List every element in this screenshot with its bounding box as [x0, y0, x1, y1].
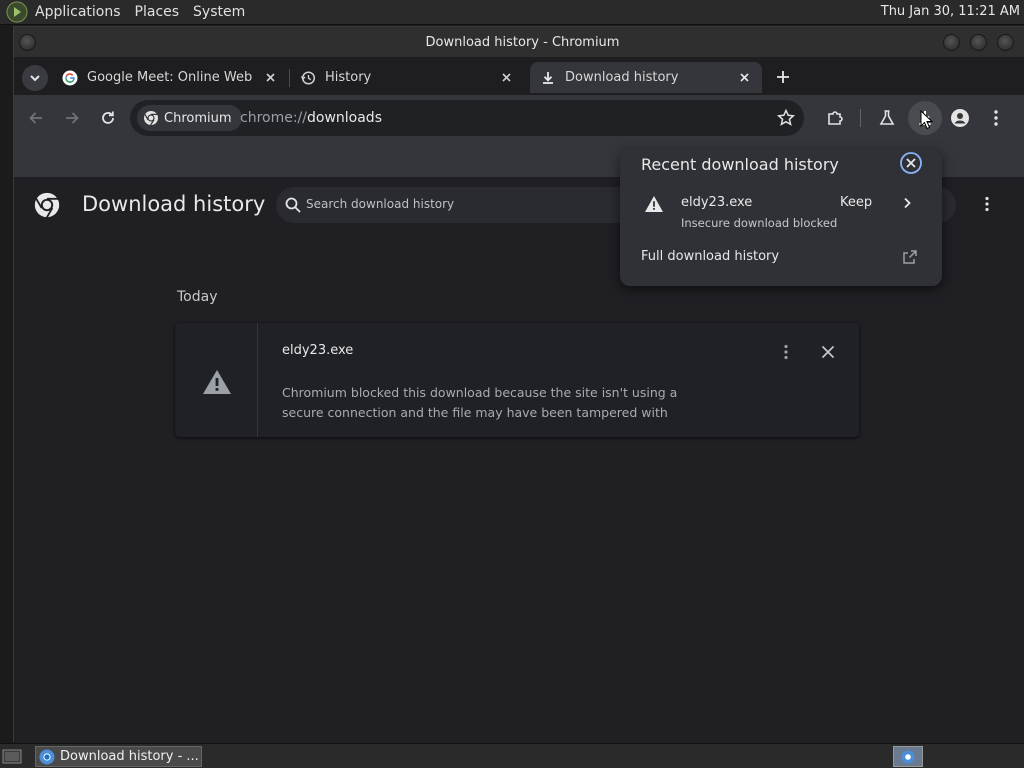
url-text[interactable]: chrome://downloads — [240, 110, 382, 126]
download-filename: eldy23.exe — [282, 343, 354, 358]
full-download-history-link[interactable]: Full download history — [641, 249, 779, 264]
close-circle-icon[interactable] — [899, 151, 923, 175]
top-panel: Applications Places System Thu Jan 30, 1… — [0, 0, 1024, 25]
taskbar-window-button[interactable]: Download history - ... — [35, 746, 202, 767]
close-tab-icon[interactable] — [263, 70, 278, 85]
download-description: Chromium blocked this download because t… — [282, 385, 678, 420]
tab-strip: Google Meet: Online Web and History Down… — [14, 57, 1024, 95]
workspace-switcher[interactable] — [893, 746, 923, 767]
minimize-button[interactable] — [943, 34, 960, 51]
site-info-chip[interactable]: Chromium — [137, 105, 242, 131]
chromium-logo-icon — [901, 749, 915, 764]
puzzle-icon — [828, 111, 843, 125]
address-bar[interactable]: Chromium chrome://downloads — [130, 100, 804, 136]
chromium-logo-icon — [34, 192, 60, 218]
close-window-button[interactable] — [997, 34, 1014, 51]
window-title: Download history - Chromium — [425, 34, 620, 50]
browser-menu-button[interactable] — [985, 107, 1007, 129]
download-bubble: Recent download history eldy23.exe Insec… — [620, 149, 942, 286]
extensions-button[interactable] — [824, 107, 846, 129]
toolbar: Chromium chrome://downloads — [14, 95, 1024, 141]
site-chip-label: Chromium — [164, 110, 232, 126]
menu-system[interactable]: System — [186, 4, 252, 20]
more-vertical-icon — [994, 110, 998, 126]
more-vertical-icon[interactable] — [777, 343, 795, 361]
clock[interactable]: Thu Jan 30, 11:21 AM — [881, 4, 1020, 19]
warning-icon — [203, 370, 231, 394]
taskbar: Download history - ... — [0, 743, 1024, 768]
tab-history[interactable]: History — [292, 62, 524, 93]
chromium-logo-icon — [39, 749, 55, 764]
toolbar-divider — [860, 109, 861, 127]
forward-button[interactable] — [61, 107, 83, 129]
window-menu-button[interactable] — [19, 34, 36, 51]
arrow-left-icon — [29, 112, 42, 124]
page-title: Download history — [82, 192, 266, 216]
tab-google-meet[interactable]: Google Meet: Online Web and — [54, 62, 286, 93]
keep-button[interactable]: Keep — [840, 195, 872, 210]
popup-title: Recent download history — [641, 155, 839, 174]
bookmark-star-icon[interactable] — [776, 108, 796, 128]
browser-window: Download history - Chromium Google Meet:… — [13, 26, 1024, 743]
menu-applications[interactable]: Applications — [28, 4, 128, 20]
chevron-right-icon[interactable] — [900, 196, 914, 210]
tab-title: History — [325, 70, 372, 85]
popup-status-text: Insecure download blocked — [681, 216, 838, 230]
tab-title: Download history — [565, 70, 679, 85]
chromium-logo-icon — [144, 111, 158, 126]
more-vertical-icon[interactable] — [978, 195, 996, 213]
history-icon — [300, 70, 316, 85]
labs-button[interactable] — [876, 107, 898, 129]
avatar-icon — [951, 109, 969, 127]
chevron-down-icon — [30, 75, 40, 82]
close-tab-icon[interactable] — [737, 70, 752, 85]
date-header: Today — [177, 289, 218, 305]
arrow-right-icon — [66, 112, 79, 124]
tab-separator — [289, 69, 290, 87]
tab-title: Google Meet: Online Web and — [87, 70, 257, 85]
menu-places[interactable]: Places — [128, 4, 187, 20]
url-scheme: chrome:// — [240, 110, 307, 126]
warning-icon — [645, 196, 663, 212]
search-icon — [285, 197, 301, 213]
reload-icon — [102, 111, 114, 124]
tab-search-button[interactable] — [22, 65, 48, 91]
tab-download-history[interactable]: Download history — [530, 62, 762, 93]
close-tab-icon[interactable] — [499, 70, 514, 85]
download-item-icon-area — [175, 323, 258, 437]
show-desktop-icon[interactable] — [2, 748, 22, 765]
download-icon — [543, 71, 553, 84]
reload-button[interactable] — [97, 107, 119, 129]
mouse-cursor-icon — [920, 110, 934, 130]
flask-icon — [879, 110, 895, 125]
search-placeholder: Search download history — [306, 197, 455, 211]
external-link-icon[interactable] — [902, 249, 918, 265]
google-g-icon — [62, 70, 78, 85]
url-host: downloads — [307, 110, 382, 126]
download-item-card: eldy23.exe Chromium blocked this downloa… — [175, 323, 859, 437]
title-bar[interactable]: Download history - Chromium — [14, 27, 1024, 57]
distro-logo-icon[interactable] — [6, 1, 28, 23]
popup-filename[interactable]: eldy23.exe — [681, 195, 752, 210]
profile-button[interactable] — [949, 107, 971, 129]
taskbar-window-label: Download history - ... — [60, 749, 199, 764]
new-tab-icon[interactable] — [773, 67, 793, 87]
maximize-button[interactable] — [970, 34, 987, 51]
back-button[interactable] — [25, 107, 47, 129]
close-icon[interactable] — [820, 344, 836, 360]
